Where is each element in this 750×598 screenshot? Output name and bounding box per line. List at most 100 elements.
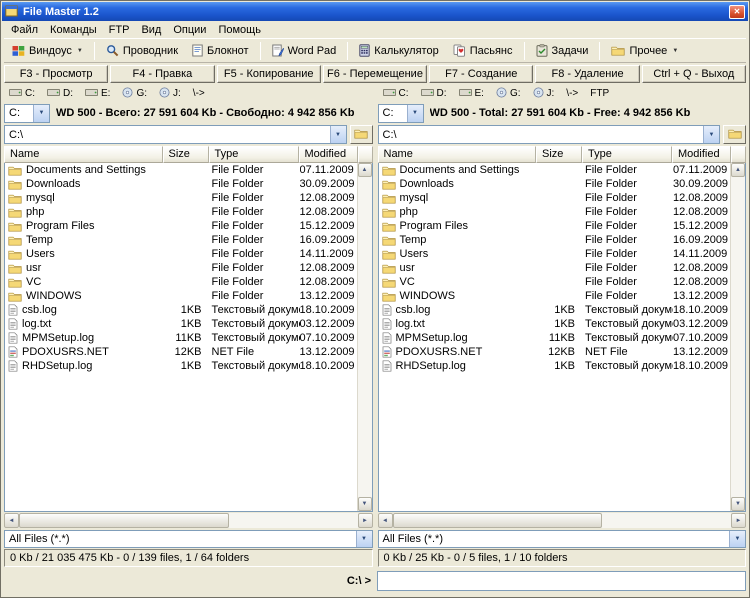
scroll-left-icon[interactable]: ◄ [4,513,19,528]
scrollbar-thumb[interactable] [393,513,603,528]
drive-selector[interactable]: C: ▼ [4,104,50,123]
file-row[interactable]: phpFile Folder12.08.2009 2 [379,205,731,219]
file-row[interactable]: Documents and SettingsFile Folder07.11.2… [5,163,357,177]
function-button[interactable]: F6 - Перемещение [323,65,427,83]
column-header-size[interactable]: Size [163,146,209,163]
dropdown-caret-icon[interactable]: ▼ [672,48,678,54]
file-row[interactable]: TempFile Folder16.09.2009 1 [379,233,731,247]
toolbar-button[interactable]: Калькулятор [353,40,444,61]
file-row[interactable]: phpFile Folder12.08.2009 2 [5,205,357,219]
file-row[interactable]: Program FilesFile Folder15.12.2009 2 [379,219,731,233]
toolbar-button[interactable]: Виндоус▼ [6,40,89,61]
scroll-left-icon[interactable]: ◄ [378,513,393,528]
file-row[interactable]: DownloadsFile Folder30.09.2009 2 [5,177,357,191]
menu-item[interactable]: FTP [103,23,136,37]
scroll-down-icon[interactable]: ▼ [358,497,372,511]
drive-button[interactable]: FTP [586,86,613,101]
file-row[interactable]: VCFile Folder12.08.2009 2 [379,275,731,289]
toolbar-button[interactable]: Прочее▼ [605,40,684,61]
file-row[interactable]: RHDSetup.log1KBТекстовый документ18.10.2… [379,359,731,373]
file-row[interactable]: mysqlFile Folder12.08.2009 2 [379,191,731,205]
file-row[interactable]: TempFile Folder16.09.2009 1 [5,233,357,247]
drive-button[interactable]: D: [43,86,77,101]
drive-button[interactable]: E: [81,86,114,101]
path-input[interactable]: C:\ ▼ [4,125,347,144]
scroll-right-icon[interactable]: ► [731,513,746,528]
dropdown-caret-icon[interactable]: ▼ [356,531,372,547]
function-button[interactable]: F8 - Удаление [535,65,639,83]
file-row[interactable]: UsersFile Folder14.11.2009 2 [5,247,357,261]
toolbar-button[interactable]: Пасьянс [447,40,519,61]
dropdown-caret-icon[interactable]: ▼ [77,48,83,54]
column-header-type[interactable]: Type [582,146,672,163]
drive-button[interactable]: J: [155,86,185,101]
horizontal-scrollbar[interactable]: ◄ ► [378,513,747,528]
file-row[interactable]: MPMSetup.log11KBТекстовый документ07.10.… [5,331,357,345]
menu-item[interactable]: Вид [135,23,167,37]
function-button[interactable]: F5 - Копирование [217,65,321,83]
drive-button[interactable]: D: [417,86,451,101]
menu-item[interactable]: Помощь [212,23,267,37]
toolbar-button[interactable]: Задачи [530,40,595,61]
command-input[interactable] [377,571,746,591]
toolbar-button[interactable]: Word Pad [266,40,343,61]
menu-item[interactable]: Опции [167,23,212,37]
file-row[interactable]: mysqlFile Folder12.08.2009 2 [5,191,357,205]
file-row[interactable]: DownloadsFile Folder30.09.2009 2 [379,177,731,191]
column-header-type[interactable]: Type [209,146,299,163]
close-button[interactable]: ✕ [729,5,745,19]
file-row[interactable]: UsersFile Folder14.11.2009 2 [379,247,731,261]
file-row[interactable]: csb.log1KBТекстовый документ18.10.2009 9 [379,303,731,317]
horizontal-scrollbar[interactable]: ◄ ► [4,513,373,528]
drive-button[interactable]: \-> [562,86,582,101]
vertical-scrollbar[interactable]: ▲ ▼ [730,163,745,511]
scrollbar-track[interactable] [393,513,732,528]
file-row[interactable]: RHDSetup.log1KBТекстовый документ18.10.2… [5,359,357,373]
file-row[interactable]: PDOXUSRS.NET12KBNET File13.12.2009 2 [379,345,731,359]
file-row[interactable]: WINDOWSFile Folder13.12.2009 2 [379,289,731,303]
drive-button[interactable]: G: [492,86,525,101]
column-header-size[interactable]: Size [536,146,582,163]
vertical-scrollbar[interactable]: ▲ ▼ [357,163,372,511]
drive-selector[interactable]: C: ▼ [378,104,424,123]
drive-button[interactable]: G: [118,86,151,101]
file-row[interactable]: MPMSetup.log11KBТекстовый документ07.10.… [379,331,731,345]
file-row[interactable]: log.txt1KBТекстовый документ03.12.2009 2 [379,317,731,331]
toolbar-button[interactable]: Проводник [100,40,184,61]
column-header-modified[interactable]: Modified [299,146,358,163]
filter-selector[interactable]: All Files (*.*) ▼ [378,530,747,548]
menu-item[interactable]: Файл [5,23,44,37]
function-button[interactable]: F3 - Просмотр [4,65,108,83]
menu-item[interactable]: Команды [44,23,103,37]
function-button[interactable]: Ctrl + Q - Выход [642,65,746,83]
drive-button[interactable]: \-> [189,86,209,101]
dropdown-caret-icon[interactable]: ▼ [729,531,745,547]
file-row[interactable]: PDOXUSRS.NET12KBNET File13.12.2009 2 [5,345,357,359]
file-row[interactable]: usrFile Folder12.08.2009 2 [5,261,357,275]
function-button[interactable]: F7 - Создание [429,65,533,83]
favorites-folder-button[interactable] [723,125,746,144]
scrollbar-track[interactable] [19,513,358,528]
file-row[interactable]: Program FilesFile Folder15.12.2009 2 [5,219,357,233]
dropdown-caret-icon[interactable]: ▼ [33,105,49,122]
toolbar-button[interactable]: Блокнот [186,40,255,61]
dropdown-caret-icon[interactable]: ▼ [407,105,423,122]
file-row[interactable]: WINDOWSFile Folder13.12.2009 2 [5,289,357,303]
file-row[interactable]: Documents and SettingsFile Folder07.11.2… [379,163,731,177]
filter-selector[interactable]: All Files (*.*) ▼ [4,530,373,548]
drive-button[interactable]: C: [5,86,39,101]
file-row[interactable]: csb.log1KBТекстовый документ18.10.2009 9 [5,303,357,317]
column-header-name[interactable]: Name [4,146,163,163]
dropdown-caret-icon[interactable]: ▼ [703,126,719,143]
path-input[interactable]: C:\ ▼ [378,125,721,144]
scroll-up-icon[interactable]: ▲ [731,163,745,177]
scroll-up-icon[interactable]: ▲ [358,163,372,177]
scroll-right-icon[interactable]: ► [358,513,373,528]
file-row[interactable]: log.txt1KBТекстовый документ03.12.2009 2 [5,317,357,331]
function-button[interactable]: F4 - Правка [110,65,214,83]
file-row[interactable]: VCFile Folder12.08.2009 2 [5,275,357,289]
drive-button[interactable]: C: [379,86,413,101]
file-row[interactable]: usrFile Folder12.08.2009 2 [379,261,731,275]
scroll-down-icon[interactable]: ▼ [731,497,745,511]
drive-button[interactable]: E: [455,86,488,101]
